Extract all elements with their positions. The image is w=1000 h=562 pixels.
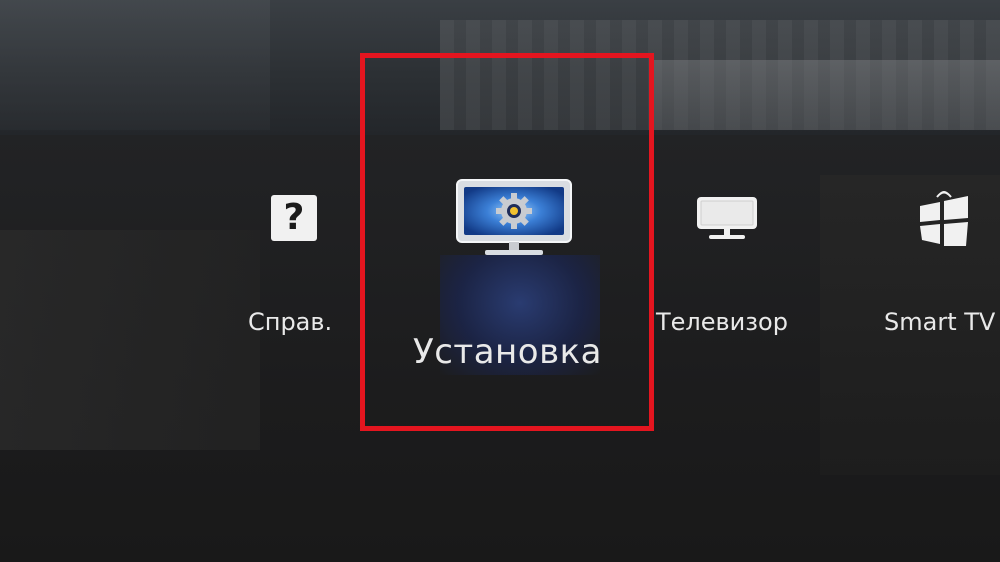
menu-item-label: Телевизор [656,308,788,336]
help-icon: ? [271,195,317,241]
menu-item-label: Справ. [248,308,333,336]
tv-icon [697,197,757,239]
smart-tv-icon [920,191,968,246]
tv-home-screen: ? Справ. Установка Телевизор Smart TV [0,0,1000,562]
menu-item-label: Smart TV [884,308,996,336]
menu-item-help[interactable]: ? Справ. [240,190,350,350]
selection-highlight-frame [360,53,654,431]
menu-item-smart-tv[interactable]: Smart TV [880,190,1000,350]
menu-item-tv[interactable]: Телевизор [650,190,810,350]
